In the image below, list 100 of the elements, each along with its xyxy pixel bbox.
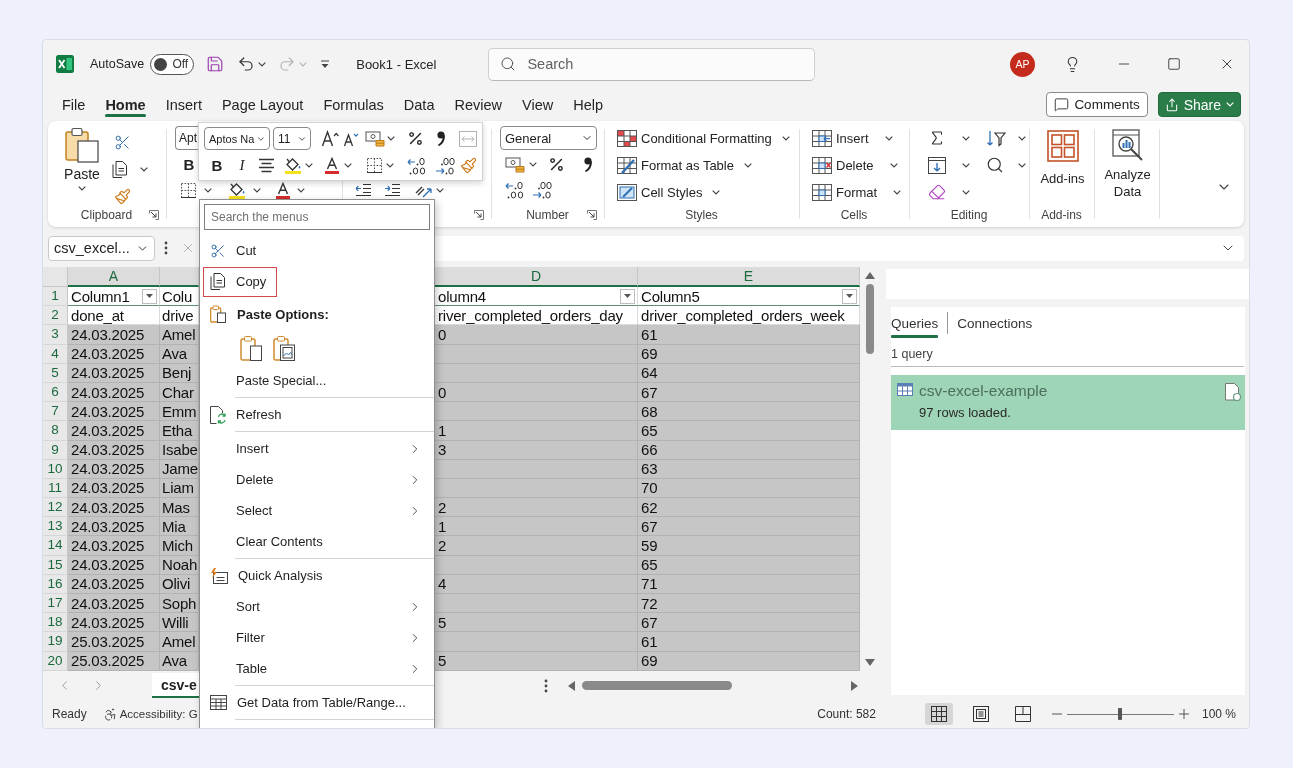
row-header[interactable]: 14 xyxy=(43,536,68,556)
letter-a-underline-icon[interactable] xyxy=(323,157,341,174)
caret-icon[interactable] xyxy=(962,189,970,195)
menu-item[interactable]: Clear Contents xyxy=(200,526,434,557)
paintbrush-icon[interactable] xyxy=(460,157,477,174)
filter-dropdown-button[interactable] xyxy=(142,288,157,304)
ribbon-tab[interactable]: File xyxy=(52,88,96,121)
ribbon-tab[interactable]: View xyxy=(512,88,564,121)
scroll-left-icon[interactable] xyxy=(568,680,575,691)
letter-a-up-icon[interactable] xyxy=(321,130,339,147)
caret-icon[interactable] xyxy=(893,189,902,195)
scrollbar-thumb[interactable] xyxy=(582,681,732,690)
row-header[interactable]: 1 xyxy=(43,287,68,307)
menu-item[interactable]: Filter xyxy=(200,622,434,653)
caret-icon[interactable] xyxy=(1018,135,1026,141)
column-header[interactable] xyxy=(160,267,199,287)
row-header[interactable]: 19 xyxy=(43,632,68,652)
menu-item[interactable]: Cut xyxy=(200,235,434,266)
menu-item[interactable]: Select xyxy=(200,495,434,526)
chart-magnifier-icon[interactable] xyxy=(1111,129,1144,161)
menu-item[interactable]: Paste Special... xyxy=(200,365,434,396)
font-name-dropdown[interactable]: Aptos Na xyxy=(204,127,270,150)
italic-button[interactable]: I xyxy=(237,157,247,174)
view-button[interactable] xyxy=(924,703,953,725)
more-icon[interactable] xyxy=(544,678,548,693)
eraser-icon[interactable] xyxy=(928,183,946,201)
caret-icon[interactable] xyxy=(712,189,721,195)
caret-icon[interactable] xyxy=(204,187,212,193)
caret-icon[interactable] xyxy=(78,186,86,191)
caret-icon[interactable] xyxy=(297,187,305,193)
caret-icon[interactable] xyxy=(140,166,148,172)
scissors-icon[interactable] xyxy=(114,133,131,151)
sort-funnel-icon[interactable] xyxy=(986,129,1006,147)
clipboard-icon[interactable] xyxy=(240,335,262,361)
menu-item[interactable]: Table xyxy=(200,653,434,684)
caret-icon[interactable] xyxy=(781,135,790,141)
scroll-down-icon[interactable] xyxy=(864,659,875,666)
four-squares-icon[interactable] xyxy=(1046,130,1079,162)
row-header[interactable]: 8 xyxy=(43,421,68,441)
plus-icon[interactable] xyxy=(1178,709,1189,719)
paint-bucket-icon[interactable] xyxy=(228,181,246,199)
scrollbar-thumb[interactable] xyxy=(865,284,874,354)
search-icon[interactable] xyxy=(986,156,1004,174)
caret-icon[interactable] xyxy=(387,136,395,141)
zoom-slider[interactable] xyxy=(1066,708,1174,720)
font-size-dropdown[interactable]: 11 xyxy=(273,127,311,150)
grid-border-icon[interactable] xyxy=(366,157,383,174)
indent-left-icon[interactable] xyxy=(355,183,372,197)
caret-icon[interactable] xyxy=(962,135,970,141)
caret-icon[interactable] xyxy=(305,163,313,168)
command-button[interactable]: Cell Styles xyxy=(617,181,800,203)
caret-icon[interactable] xyxy=(743,162,752,168)
ribbon-tab[interactable]: Review xyxy=(444,88,512,121)
bold-button[interactable]: B xyxy=(211,157,223,174)
caret-icon[interactable] xyxy=(386,163,394,168)
search-field[interactable]: Search xyxy=(488,47,816,81)
maximize-icon[interactable] xyxy=(1167,57,1181,71)
scroll-up-icon[interactable] xyxy=(864,272,875,279)
query-item[interactable]: csv-excel-example 97 rows loaded. xyxy=(891,375,1245,430)
autosave-toggle[interactable]: Off xyxy=(150,53,195,75)
row-header[interactable]: 18 xyxy=(43,613,68,633)
paste-button[interactable]: Paste xyxy=(60,127,104,205)
caret-icon[interactable] xyxy=(962,162,970,168)
analyze-data-button[interactable]: Analyze Data xyxy=(1098,129,1157,200)
row-header[interactable]: 13 xyxy=(43,517,68,537)
ribbon-tab[interactable]: Insert xyxy=(155,88,212,121)
row-header[interactable]: 17 xyxy=(43,594,68,614)
banknote-coins-icon[interactable] xyxy=(365,130,385,147)
caret-icon[interactable] xyxy=(344,163,352,168)
formula-input-field[interactable] xyxy=(434,235,1244,261)
caret-icon[interactable] xyxy=(1018,162,1026,168)
percent-icon[interactable] xyxy=(548,155,565,173)
menu-item[interactable]: Sort xyxy=(200,591,434,622)
paintbrush-icon[interactable] xyxy=(114,187,131,205)
save-icon[interactable] xyxy=(206,55,225,73)
center-lines-icon[interactable] xyxy=(258,158,275,173)
menu-item[interactable]: Copy xyxy=(200,266,434,297)
command-button[interactable]: Insert xyxy=(812,127,910,149)
caret-icon[interactable] xyxy=(253,187,261,193)
decimal-arrow-left-icon[interactable] xyxy=(505,181,525,199)
row-header[interactable]: 12 xyxy=(43,498,68,518)
copy-icon[interactable] xyxy=(112,160,128,178)
add-ins-button[interactable]: Add-ins xyxy=(1034,130,1091,187)
menu-item[interactable]: Get Data from Table/Range... xyxy=(200,687,434,718)
document-icon[interactable] xyxy=(1225,383,1241,401)
filter-dropdown-button[interactable] xyxy=(842,288,857,304)
more-icon[interactable] xyxy=(164,241,168,255)
number-format-dropdown[interactable]: General xyxy=(500,126,597,150)
share-button[interactable]: Share xyxy=(1157,92,1241,117)
decimal-arrow-left-icon[interactable] xyxy=(407,156,427,175)
row-header[interactable]: 3 xyxy=(43,325,68,345)
caret-icon[interactable] xyxy=(436,187,444,193)
letter-a-down-icon[interactable] xyxy=(343,130,359,147)
ribbon-tab[interactable]: Help xyxy=(563,88,613,121)
percent-icon[interactable] xyxy=(407,130,424,147)
comma-icon[interactable] xyxy=(436,130,446,147)
ribbon-tab[interactable]: Page Layout xyxy=(211,88,314,121)
menu-item[interactable]: Insert xyxy=(200,433,434,464)
launcher-icon[interactable] xyxy=(587,209,597,220)
ribbon-tab[interactable]: Data xyxy=(393,88,445,121)
